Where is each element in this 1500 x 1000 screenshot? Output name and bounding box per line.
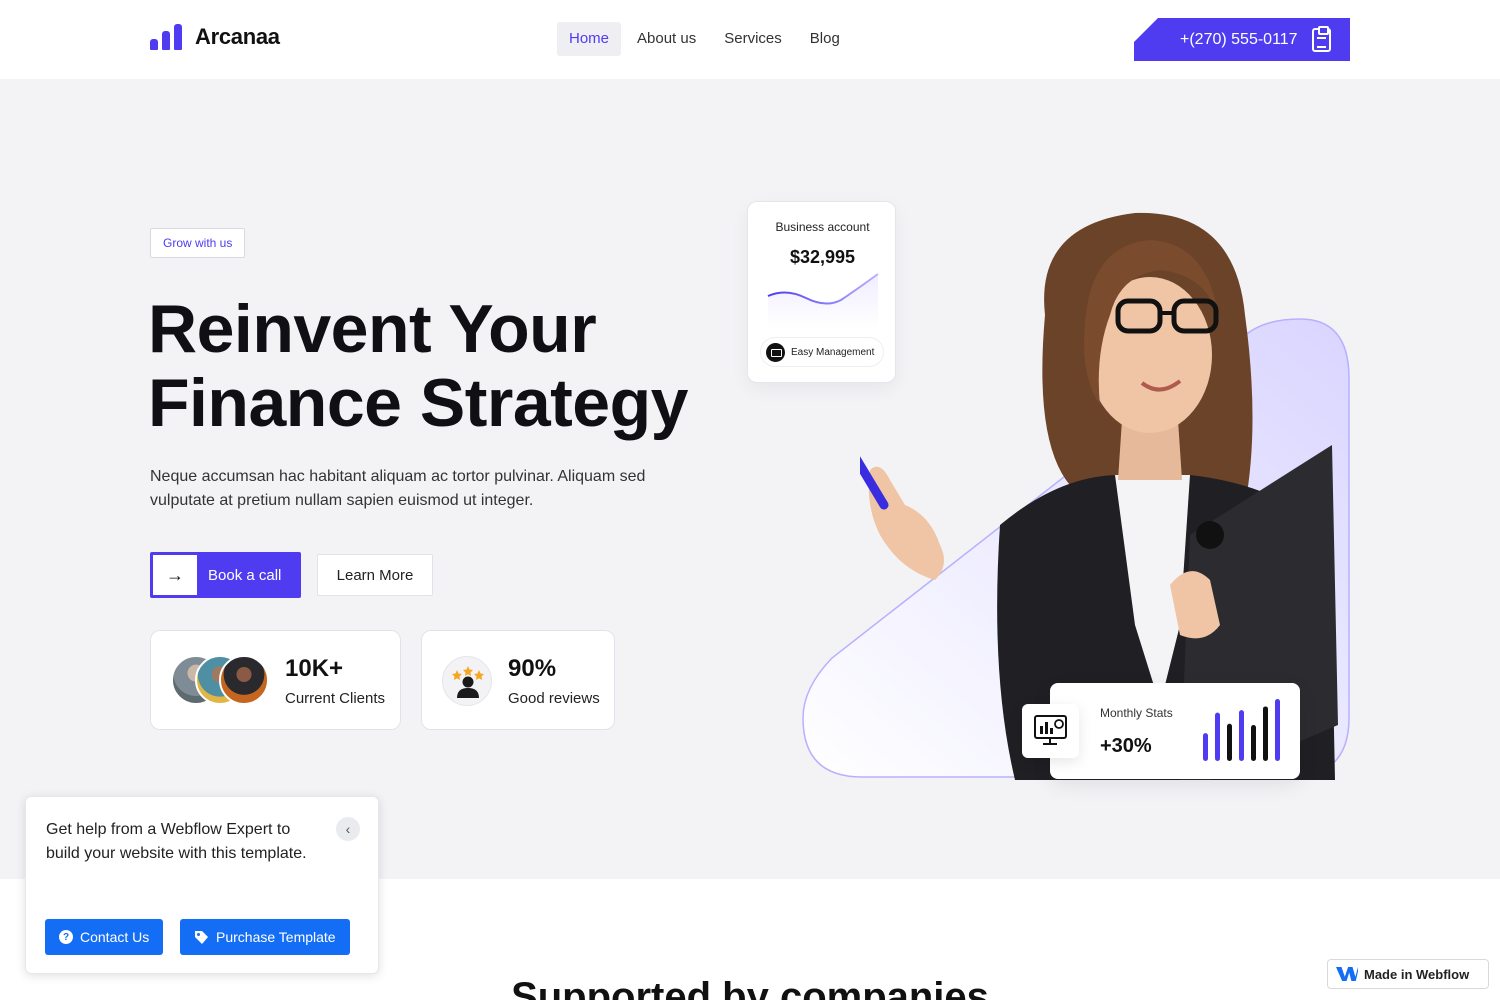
reviews-value: 90% [508,655,557,682]
hero-title-line2: Finance Strategy [148,365,688,441]
reviews-stat-card: 90% Good reviews [421,630,615,730]
monthly-bar [1215,712,1220,761]
monthly-bar-chart [1203,699,1280,761]
hero-title: Reinvent Your Finance Strategy [148,292,748,440]
nav-link-services[interactable]: Services [712,22,794,56]
phone-number: +(270) 555-0117 [1180,30,1298,48]
monthly-bar [1203,733,1208,761]
phone-button[interactable]: +(270) 555-0117 [1134,18,1350,61]
monthly-bar [1251,725,1256,761]
webflow-help-popup: Get help from a Webflow Expert to build … [25,796,379,974]
help-popup-text: Get help from a Webflow Expert to build … [46,821,307,862]
brand-name: Arcanaa [195,24,280,49]
made-in-webflow-label: Made in Webflow [1364,966,1470,982]
business-account-title: Business account [775,220,870,234]
brand-logo[interactable]: Arcanaa [150,24,280,50]
hero-title-line1: Reinvent Your [148,291,597,367]
clients-value: 10K+ [285,655,344,682]
bar-chart-logo-icon [150,24,183,50]
question-icon: ? [59,930,73,944]
learn-more-button[interactable]: Learn More [317,554,433,596]
business-account-card: Business account $32,995 Easy Management [747,201,896,383]
clients-label: Current Clients [285,690,386,707]
nav-link-about[interactable]: About us [625,22,708,56]
grow-badge: Grow with us [150,228,246,258]
easy-management-label: Easy Management [791,346,875,358]
supported-by-heading: Supported by companies [511,975,989,1000]
avatar [219,655,269,705]
book-call-button[interactable]: → Book a call [150,552,301,598]
client-avatars [171,655,271,707]
nav-link-blog[interactable]: Blog [798,22,852,56]
trend-line-chart [767,273,879,328]
contact-us-button[interactable]: ? Contact Us [45,919,164,955]
wallet-icon [766,342,785,362]
top-navbar: Arcanaa Home About us Services Blog +(27… [0,0,1500,79]
business-account-value: $32,995 [789,247,856,267]
monthly-stats-title: Monthly Stats [1100,706,1173,720]
monthly-stats-card: Monthly Stats +30% [1050,683,1300,779]
reviews-label: Good reviews [508,690,600,707]
monthly-bar [1275,699,1280,761]
user-stars-icon [442,656,492,706]
purchase-template-label: Purchase Template [216,929,336,945]
monitor-chart-icon [1022,704,1079,758]
clients-stat-card: 10K+ Current Clients [150,630,401,730]
arrow-right-icon: → [153,555,197,595]
made-in-webflow-badge[interactable]: Made in Webflow [1327,959,1489,989]
book-call-label: Book a call [208,566,282,584]
monthly-bar [1227,723,1232,761]
nav-menu: Home About us Services Blog [557,22,852,56]
clipboard-icon [1312,26,1331,52]
monthly-bar [1263,706,1268,761]
monthly-bar [1239,710,1244,761]
contact-us-label: Contact Us [80,929,150,945]
tag-icon [195,930,208,944]
purchase-template-button[interactable]: Purchase Template [180,919,350,955]
nav-link-home[interactable]: Home [557,22,622,56]
webflow-logo-icon [1336,967,1358,981]
easy-management-tag: Easy Management [760,337,884,367]
chevron-left-icon[interactable]: ‹ [336,817,360,841]
hero-description: Neque accumsan hac habitant aliquam ac t… [150,468,646,509]
monthly-stats-value: +30% [1100,735,1152,757]
